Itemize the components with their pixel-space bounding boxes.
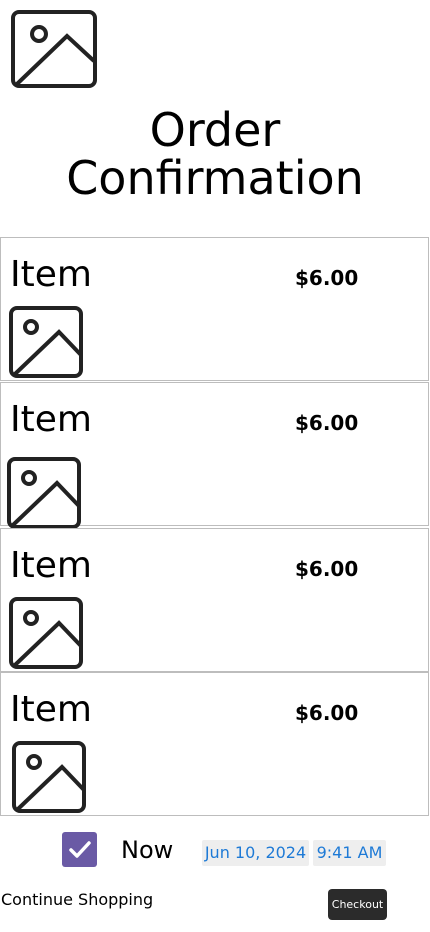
- item-price: $6.00: [295, 266, 359, 290]
- now-label: Now: [121, 836, 174, 864]
- item-price: $6.00: [295, 701, 359, 725]
- date-picker[interactable]: Jun 10, 2024: [202, 840, 309, 866]
- image-placeholder-icon: [8, 596, 84, 670]
- order-item-row: Item $6.00: [0, 528, 429, 672]
- item-name: Item: [10, 399, 92, 440]
- image-placeholder-icon: [11, 740, 87, 814]
- checkmark-icon: [69, 841, 91, 858]
- checkout-button[interactable]: Checkout: [328, 889, 387, 920]
- image-placeholder-icon: [10, 9, 98, 89]
- order-item-row: Item $6.00: [0, 382, 429, 529]
- time-picker[interactable]: 9:41 AM: [313, 840, 386, 866]
- item-price: $6.00: [295, 557, 359, 581]
- item-name: Item: [10, 689, 92, 730]
- now-checkbox[interactable]: [62, 832, 97, 867]
- item-name: Item: [10, 545, 92, 586]
- item-price: $6.00: [295, 411, 359, 435]
- order-item-row: Item $6.00: [0, 237, 429, 381]
- item-name: Item: [10, 254, 92, 295]
- image-placeholder-icon: [6, 456, 82, 530]
- page-title: Order Confirmation: [66, 103, 364, 205]
- continue-shopping-link[interactable]: Continue Shopping: [1, 890, 153, 909]
- order-item-row: Item $6.00: [0, 672, 429, 816]
- image-placeholder-icon: [8, 305, 84, 379]
